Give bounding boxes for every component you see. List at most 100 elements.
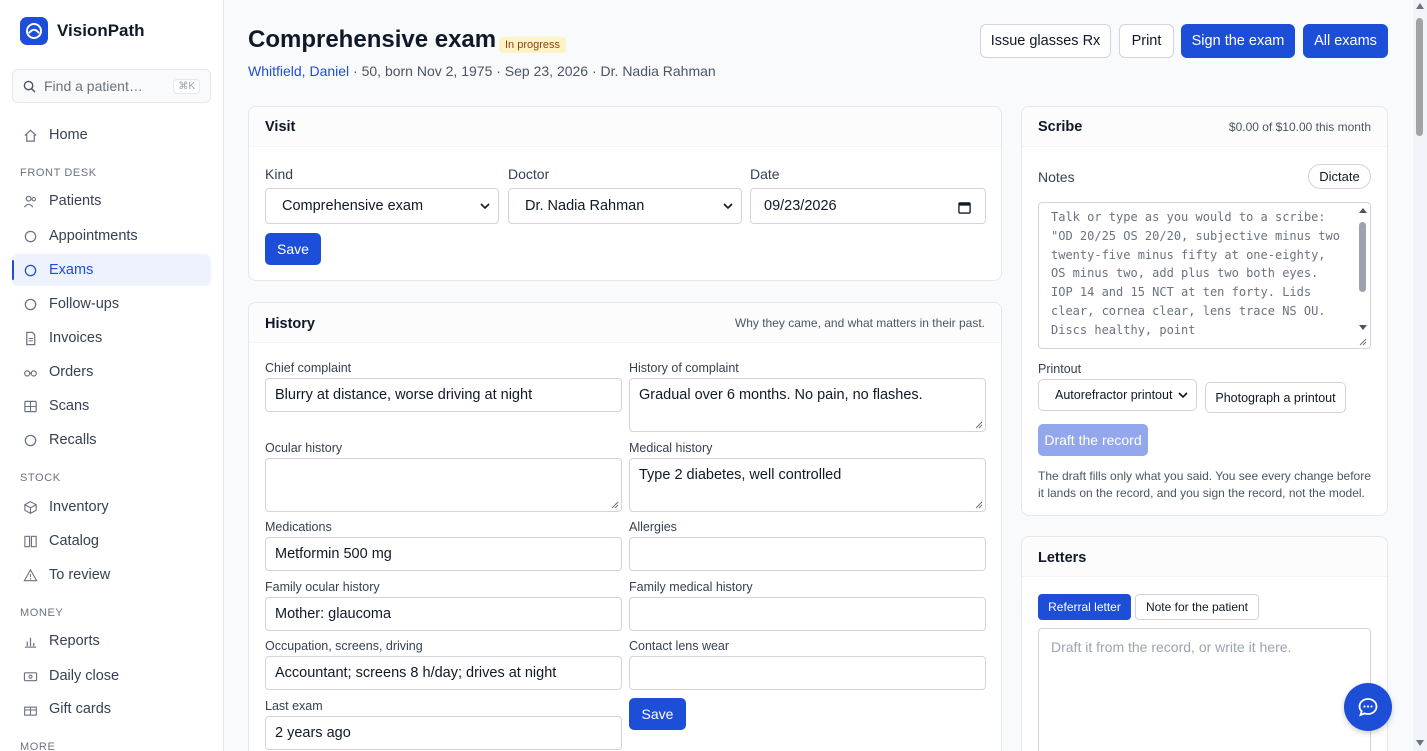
page-scrollbar[interactable] [1413, 0, 1427, 751]
sign-exam-button[interactable]: Sign the exam [1181, 24, 1295, 58]
printout-select[interactable]: Autorefractor printout [1038, 379, 1197, 411]
visit-title: Visit [265, 119, 296, 135]
sidebar-item-gift-cards[interactable]: Gift cards [12, 693, 211, 725]
tab-referral-letter[interactable]: Referral letter [1038, 594, 1131, 620]
tab-note-for-patient[interactable]: Note for the patient [1135, 594, 1259, 620]
document-icon [26, 331, 36, 345]
sidebar-item-inventory[interactable]: Inventory [12, 491, 211, 523]
scroll-up-icon[interactable] [1416, 3, 1424, 9]
chief-complaint-input[interactable]: Blurry at distance, worse driving at nig… [265, 378, 622, 412]
sidebar-item-catalog[interactable]: Catalog [12, 525, 211, 557]
resize-grip-icon[interactable] [1359, 338, 1367, 346]
circle-icon [24, 230, 37, 242]
scroll-up-icon[interactable] [1358, 207, 1368, 214]
exam-info: · 50, born Nov 2, 1975 · Sep 23, 2026 · … [349, 63, 716, 79]
chevron-down-icon [480, 203, 490, 210]
sidebar-item-to-review[interactable]: To review [12, 559, 211, 591]
sidebar-item-exams[interactable]: Exams [12, 254, 211, 286]
patient-link[interactable]: Whitfield, Daniel [248, 63, 349, 79]
print-button[interactable]: Print [1119, 24, 1174, 58]
status-badge: In progress [499, 37, 567, 53]
history-of-complaint-textarea[interactable]: Gradual over 6 months. No pain, no flash… [629, 378, 986, 432]
sidebar-item-label: Catalog [49, 533, 99, 549]
search-input[interactable]: Find a patient… [44, 78, 165, 94]
chat-button[interactable] [1344, 683, 1392, 731]
medical-history-textarea[interactable]: Type 2 diabetes, well controlled [629, 458, 986, 512]
last-exam-input[interactable]: 2 years ago [265, 716, 622, 750]
page-scroll-thumb[interactable] [1416, 18, 1423, 136]
brand[interactable]: VisionPath [20, 17, 145, 45]
sidebar-item-appointments[interactable]: Appointments [12, 220, 211, 252]
visionpath-logo-icon [20, 17, 48, 45]
sidebar-item-label: Recalls [49, 432, 97, 448]
sidebar-item-label: Scans [49, 398, 90, 414]
sidebar-item-patients[interactable]: Patients [12, 185, 211, 217]
occupation-input[interactable]: Accountant; screens 8 h/day; drives at n… [265, 656, 622, 690]
ocular-history-textarea[interactable] [265, 458, 622, 512]
sidebar-item-followups[interactable]: Follow-ups [12, 288, 211, 320]
medical-history-label: Medical history [629, 441, 713, 455]
visit-save-button[interactable]: Save [265, 233, 321, 265]
medications-label: Medications [265, 520, 332, 534]
family-medical-history-input[interactable] [629, 597, 986, 631]
home-icon [24, 129, 37, 142]
scroll-down-icon[interactable] [1416, 740, 1424, 746]
sidebar-item-label: Gift cards [49, 701, 112, 717]
sidebar-item-recalls[interactable]: Recalls [12, 424, 211, 456]
calendar-icon[interactable] [958, 201, 971, 214]
medical-history-value: Type 2 diabetes, well controlled [639, 467, 842, 483]
sidebar-item-daily-close[interactable]: Daily close [12, 660, 211, 692]
doctor-select[interactable]: Dr. Nadia Rahman [508, 188, 742, 224]
cash-icon [23, 671, 38, 681]
nav-section-stock: STOCK [20, 472, 61, 484]
draft-record-button[interactable]: Draft the record [1038, 424, 1148, 456]
doctor-value: Dr. Nadia Rahman [525, 198, 645, 214]
photograph-printout-button[interactable]: Photograph a printout [1205, 382, 1346, 413]
sidebar-item-reports[interactable]: Reports [12, 625, 211, 657]
visit-card: Visit Kind Comprehensive exam Doctor Dr.… [248, 106, 1002, 281]
sidebar-item-label: Reports [49, 633, 100, 649]
resize-grip-icon[interactable] [975, 501, 983, 509]
letters-card: Letters Referral letter Note for the pat… [1021, 536, 1388, 751]
issue-glasses-rx-button[interactable]: Issue glasses Rx [980, 24, 1111, 58]
printout-value: Autorefractor printout [1055, 388, 1173, 402]
notes-scrollbar[interactable] [1357, 204, 1369, 347]
family-ocular-history-label: Family ocular history [265, 580, 380, 594]
kind-select[interactable]: Comprehensive exam [265, 188, 499, 224]
patient-search[interactable]: Find a patient… ⌘K [12, 69, 211, 103]
family-medical-history-label: Family medical history [629, 580, 753, 594]
sidebar-item-label: Inventory [49, 499, 109, 515]
sidebar: VisionPath Find a patient… ⌘K Home FRONT… [0, 0, 224, 751]
sidebar-item-scans[interactable]: Scans [12, 390, 211, 422]
sidebar-item-home[interactable]: Home [12, 119, 211, 151]
kind-label: Kind [265, 166, 294, 182]
dictate-button[interactable]: Dictate [1308, 164, 1371, 189]
sidebar-item-label: Exams [49, 262, 94, 278]
resize-grip-icon[interactable] [975, 421, 983, 429]
sidebar-item-orders[interactable]: Orders [12, 356, 211, 388]
letter-textarea[interactable]: Draft it from the record, or write it he… [1038, 628, 1371, 751]
notes-scroll-thumb[interactable] [1359, 222, 1366, 292]
bar-chart-icon [24, 637, 37, 648]
resize-grip-icon[interactable] [611, 501, 619, 509]
all-exams-button[interactable]: All exams [1303, 24, 1388, 58]
scribe-notes-textarea[interactable]: Talk or type as you would to a scribe: "… [1038, 202, 1371, 349]
nav-section-more: MORE [20, 741, 56, 751]
contact-lens-label: Contact lens wear [629, 639, 730, 653]
sidebar-item-label: Appointments [49, 228, 138, 244]
history-save-button[interactable]: Save [629, 698, 686, 730]
exam-subline: Whitfield, Daniel · 50, born Nov 2, 1975… [248, 63, 716, 79]
date-input[interactable]: 09/23/2026 [750, 188, 986, 224]
book-icon [24, 535, 37, 547]
medications-input[interactable]: Metformin 500 mg [265, 537, 622, 571]
history-description: Why they came, and what matters in their… [734, 316, 985, 330]
sidebar-item-label: Daily close [49, 668, 120, 684]
app-name: VisionPath [57, 21, 145, 40]
family-ocular-history-input[interactable]: Mother: glaucoma [265, 597, 622, 631]
last-exam-label: Last exam [265, 699, 323, 713]
allergies-input[interactable] [629, 537, 986, 571]
contact-lens-input[interactable] [629, 656, 986, 690]
sidebar-item-invoices[interactable]: Invoices [12, 322, 211, 354]
circle-icon [24, 434, 37, 446]
scroll-down-icon[interactable] [1358, 324, 1368, 331]
